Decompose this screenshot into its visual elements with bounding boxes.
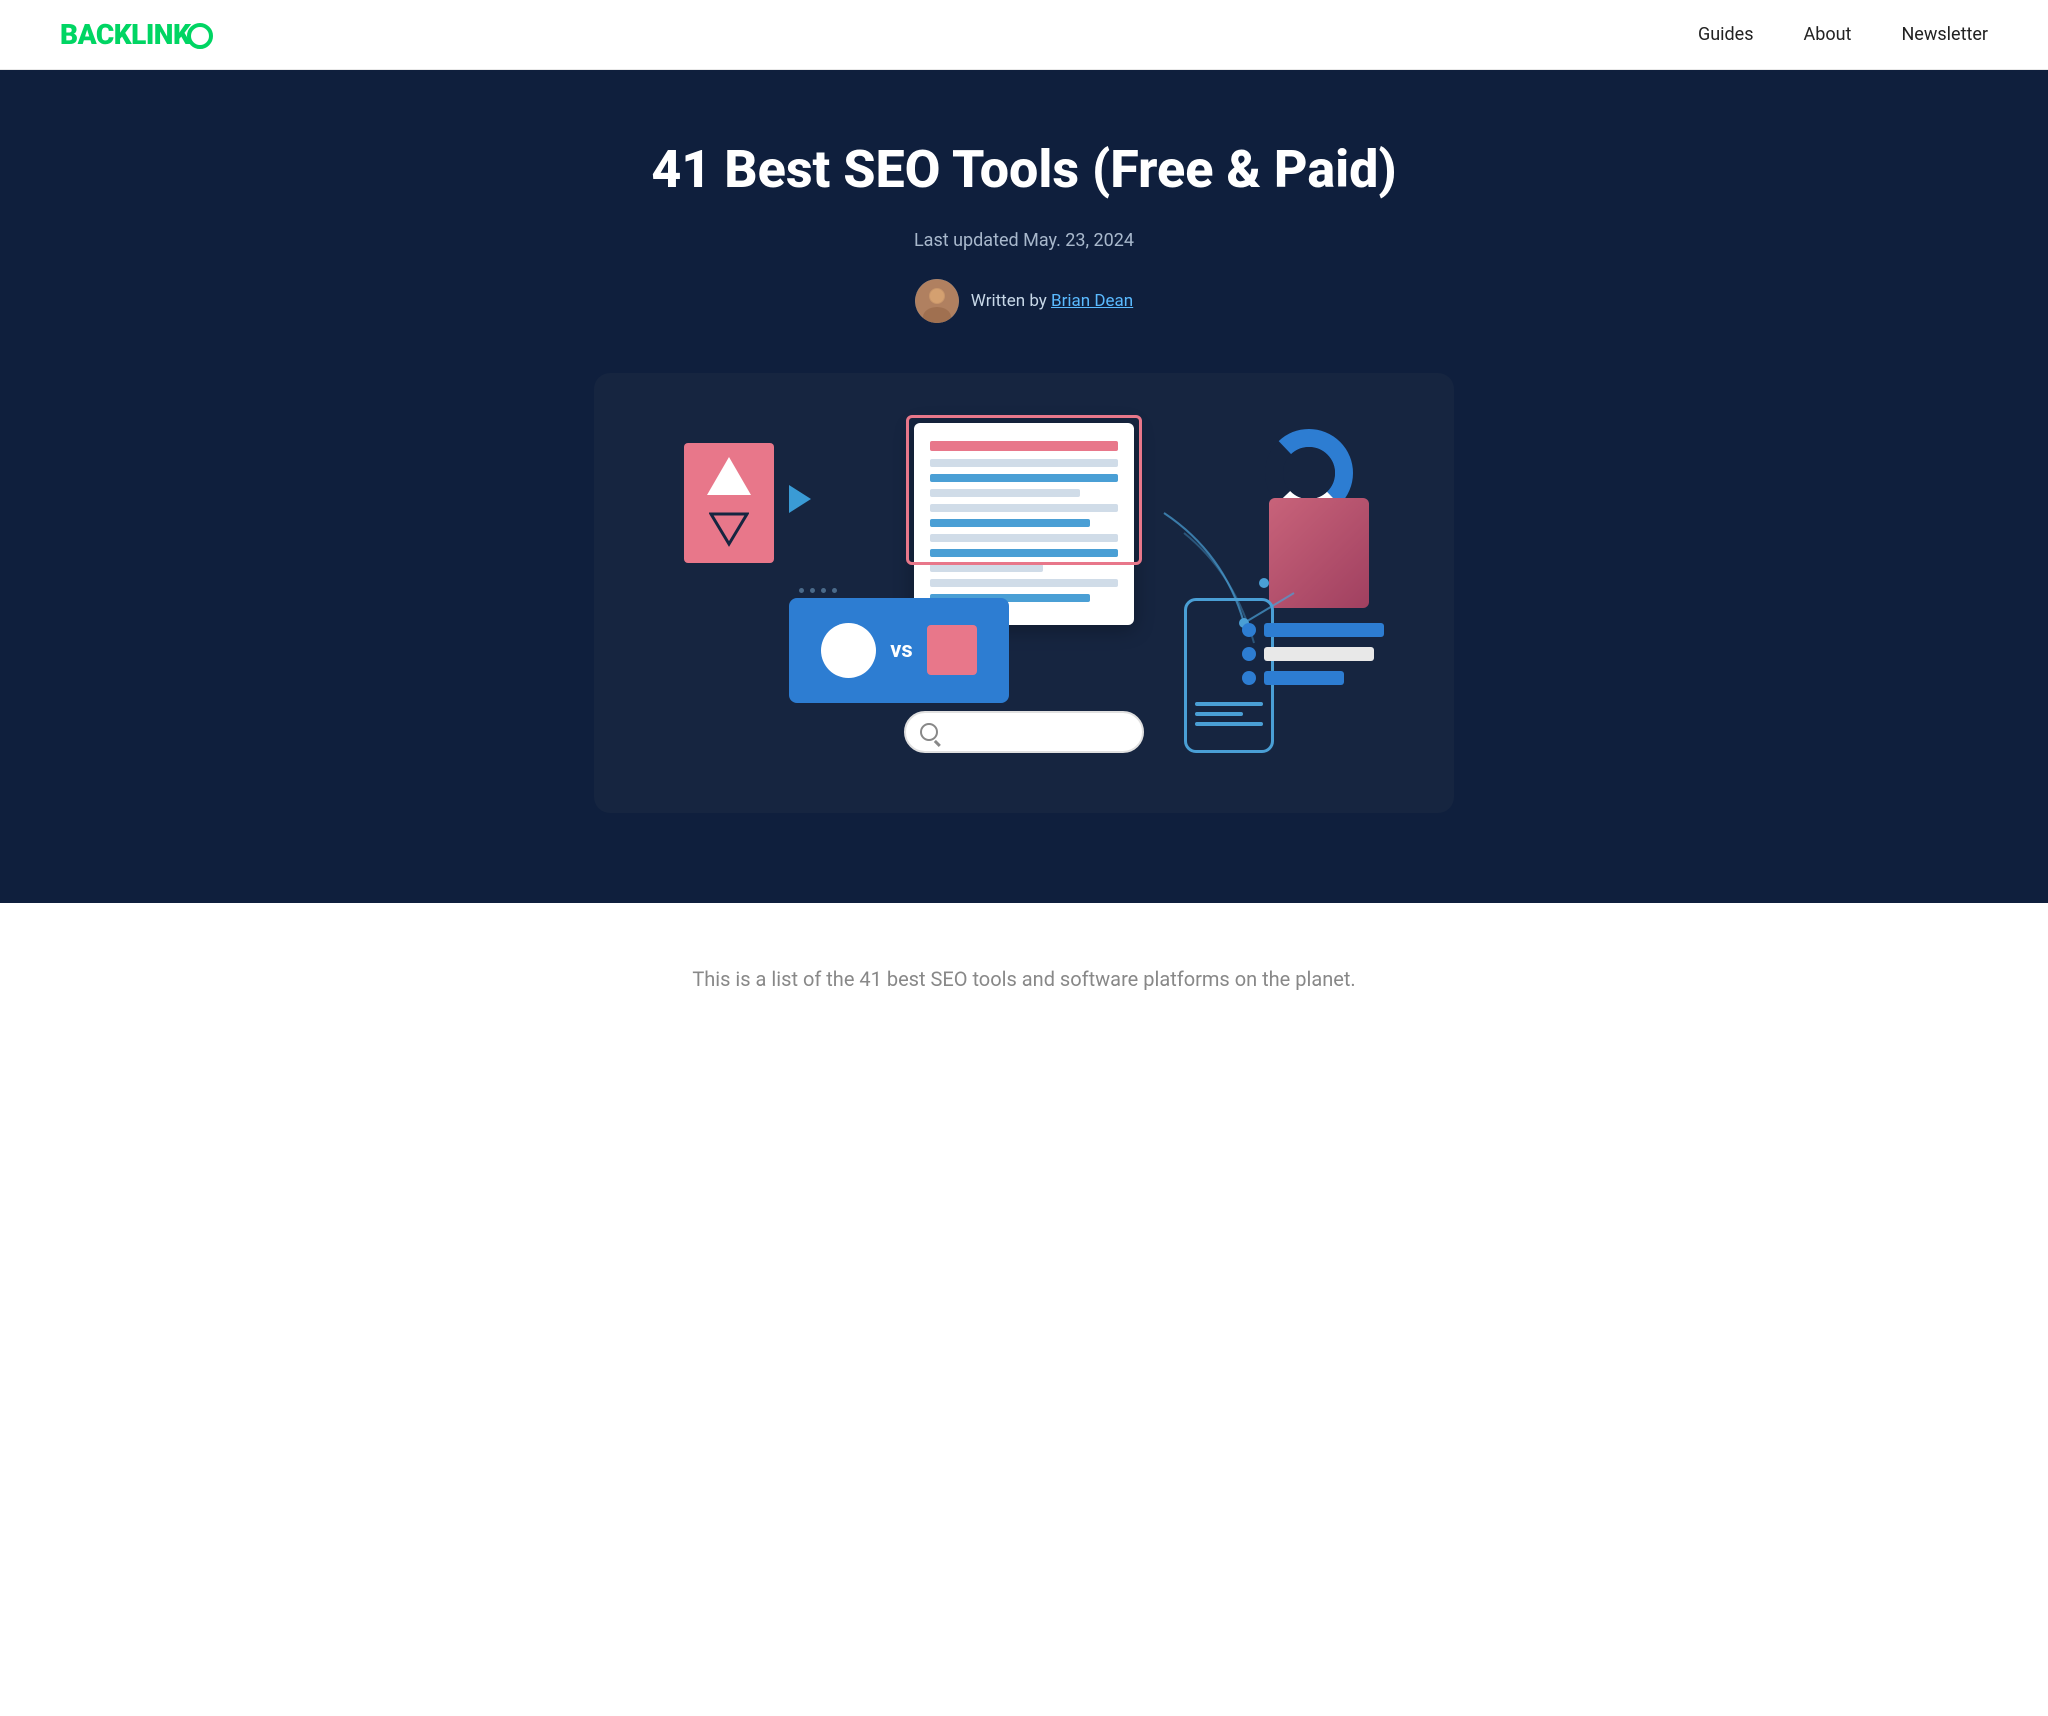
- bar-row: [1242, 623, 1384, 637]
- logo-text: BACKLINK: [60, 18, 190, 51]
- pink-rect-right: [1269, 498, 1369, 608]
- center-document: [914, 423, 1134, 625]
- doc-line-blue: [930, 519, 1090, 527]
- play-arrow-icon: [789, 485, 811, 513]
- author-link[interactable]: Brian Dean: [1051, 291, 1133, 311]
- search-icon: [920, 723, 938, 741]
- bar-fill: [1264, 623, 1384, 637]
- bar-fill: [1264, 647, 1374, 661]
- site-logo[interactable]: BACKLINK: [60, 18, 213, 51]
- bar-dot: [1242, 671, 1256, 685]
- illus-inner: vs: [644, 413, 1404, 773]
- intro-text: This is a list of the 41 best SEO tools …: [634, 963, 1414, 995]
- vs-circle-icon: [821, 623, 876, 678]
- page-title: 41 Best SEO Tools (Free & Paid): [40, 140, 2008, 200]
- doc-line: [930, 459, 1118, 467]
- hero-section: 41 Best SEO Tools (Free & Paid) Last upd…: [0, 70, 2048, 903]
- nav-about[interactable]: About: [1804, 24, 1852, 45]
- doc-line: [930, 579, 1118, 587]
- doc-line-blue: [930, 474, 1118, 482]
- bar-dot: [1242, 623, 1256, 637]
- doc-line: [930, 504, 1118, 512]
- doc-pink-bar: [930, 441, 1118, 451]
- doc-line: [930, 564, 1043, 572]
- main-nav: Guides About Newsletter: [1698, 24, 1988, 45]
- mobile-lines: [1195, 702, 1263, 732]
- site-header: BACKLINK Guides About Newsletter: [0, 0, 2048, 70]
- last-updated: Last updated May. 23, 2024: [40, 230, 2008, 251]
- vs-square-icon: [927, 625, 977, 675]
- pink-rect-left: [684, 443, 774, 563]
- doc-line: [930, 534, 1118, 542]
- author-block: Written by Brian Dean: [40, 279, 2008, 323]
- search-bar-illustration: [904, 711, 1144, 753]
- triangle-up-icon: [707, 457, 751, 495]
- nav-newsletter[interactable]: Newsletter: [1901, 24, 1988, 45]
- vs-comparison-block: vs: [789, 598, 1009, 703]
- triangle-down-icon: [709, 509, 749, 549]
- search-handle: [934, 740, 941, 747]
- vs-label: vs: [890, 638, 912, 663]
- nav-guides[interactable]: Guides: [1698, 24, 1754, 45]
- doc-line-blue: [930, 549, 1118, 557]
- pink-rect-texture: [1269, 498, 1369, 608]
- bar-row: [1242, 671, 1384, 685]
- avatar-svg: [915, 279, 959, 323]
- bar-dot: [1242, 647, 1256, 661]
- intro-section: This is a list of the 41 best SEO tools …: [574, 903, 1474, 1035]
- written-by-text: Written by: [971, 291, 1047, 311]
- bar-fill: [1264, 671, 1344, 685]
- doc-line: [930, 489, 1080, 497]
- author-label: Written by Brian Dean: [971, 291, 1133, 311]
- author-avatar: [915, 279, 959, 323]
- logo-o-circle: [187, 23, 213, 49]
- bar-row: [1242, 647, 1384, 661]
- bar-chart-right: [1242, 623, 1384, 685]
- hero-illustration: vs: [594, 373, 1454, 813]
